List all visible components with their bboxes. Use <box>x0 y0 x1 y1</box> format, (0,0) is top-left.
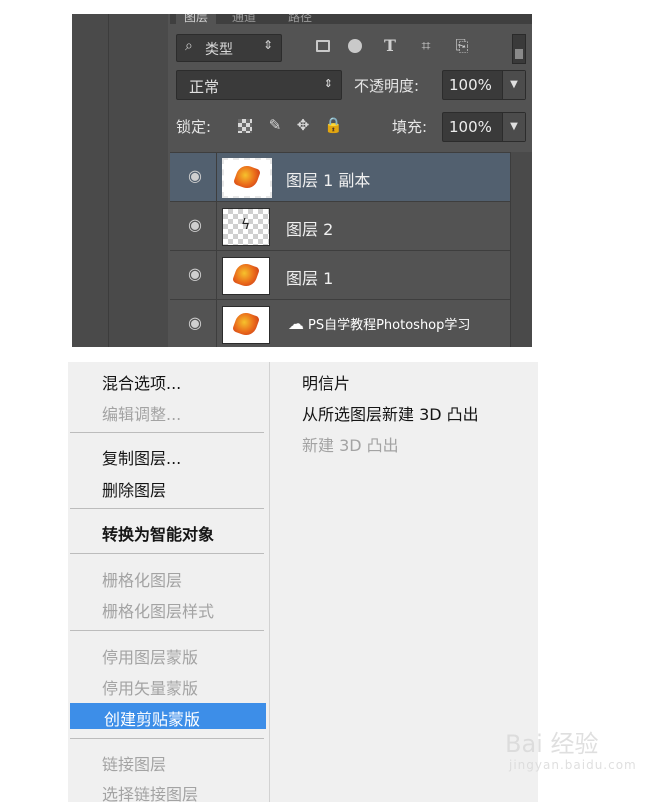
opacity-value: 100% <box>449 76 492 94</box>
layer-thumbnail <box>222 158 272 198</box>
fill-field[interactable]: 100% ▼ <box>442 112 526 142</box>
divider <box>216 202 217 250</box>
layer-thumbnail <box>222 306 270 344</box>
chevron-updown-icon: ⇕ <box>323 77 333 90</box>
lock-position-icon[interactable]: ✥ <box>294 116 312 134</box>
lock-row: 锁定: ✎ ✥ 🔒 填充: 100% ▼ <box>176 112 532 142</box>
filter-kind-label: 类型 <box>205 42 233 58</box>
opacity-field[interactable]: 100% ▼ <box>442 70 526 100</box>
smart-object-icon[interactable]: ⎘ <box>452 36 472 56</box>
layer-row[interactable]: ◉ ϟ 图层 2 <box>170 201 510 250</box>
menu-separator <box>70 630 264 631</box>
eye-icon[interactable]: ◉ <box>186 315 204 331</box>
lock-transparent-icon[interactable] <box>238 119 252 133</box>
fill-value: 100% <box>449 118 492 136</box>
blend-row: 正常 ⇕ 不透明度: 100% ▼ <box>176 70 532 100</box>
tab-channels[interactable]: 通道 <box>232 14 256 24</box>
layer-thumbnail <box>222 257 270 295</box>
brush-stroke-image: ϟ <box>241 217 251 233</box>
workspace-background <box>72 14 168 347</box>
divider <box>216 153 217 201</box>
tab-paths[interactable]: 路径 <box>288 14 312 24</box>
eye-icon[interactable]: ◉ <box>186 217 204 233</box>
menu-item-duplicate-layer[interactable]: 复制图层... <box>68 442 268 468</box>
menu-separator <box>70 508 264 509</box>
wechat-icon: ☁ <box>288 314 304 333</box>
menu-item-disable-layer-mask: 停用图层蒙版 <box>102 648 199 667</box>
menu-item-create-clipping-mask[interactable]: 创建剪贴蒙版 <box>70 703 266 729</box>
layer-row[interactable]: ◉ 图层 1 <box>170 250 510 299</box>
context-menu-right-column: 明信片 从所选图层新建 3D 凸出 新建 3D 凸出 <box>270 362 538 802</box>
chevron-updown-icon: ⇕ <box>262 38 273 52</box>
layer-filter-row: ⌕ 类型 ⇕ T ⌗ ⎘ <box>176 34 532 64</box>
blend-mode-dropdown[interactable]: 正常 ⇕ <box>176 70 342 100</box>
baidu-watermark: Bai 经验 jingyan.baidu.com <box>505 724 655 784</box>
menu-item-select-linked-layers: 选择链接图层 <box>102 785 199 802</box>
search-icon: ⌕ <box>185 38 193 54</box>
image-icon[interactable] <box>316 40 330 52</box>
baidu-watermark-text: Bai 经验 <box>505 730 599 758</box>
lock-label: 锁定: <box>176 118 212 136</box>
blend-mode-label: 正常 <box>189 78 220 96</box>
filter-kind-dropdown[interactable]: ⌕ 类型 ⇕ <box>176 34 282 62</box>
menu-item-delete-layer[interactable]: 删除图层 <box>68 474 268 500</box>
lock-all-icon[interactable]: 🔒 <box>324 116 343 134</box>
menu-item-edit-adjustment: 编辑调整... <box>102 405 182 424</box>
layer-name: 图层 1 <box>286 269 334 288</box>
tab-layers[interactable]: 图层 <box>176 14 217 24</box>
menu-item-link-layers: 链接图层 <box>102 755 167 774</box>
context-menu-screenshot: 混合选项... 编辑调整... 复制图层... 删除图层 转换为智能对象 栅格化… <box>68 362 538 802</box>
layer-name: 图层 1 副本 <box>286 171 371 190</box>
eye-icon[interactable]: ◉ <box>186 168 204 184</box>
layers-panel-screenshot: 图层 通道 路径 ⌕ 类型 ⇕ T ⌗ ⎘ 正常 ⇕ 不透明度: 100% ▼ … <box>72 14 532 347</box>
menu-item-postcard[interactable]: 明信片 <box>302 370 350 394</box>
watermark-label: PS自学教程Photoshop学习 <box>308 318 471 333</box>
menu-item-blending-options[interactable]: 混合选项... <box>68 367 268 393</box>
lock-paint-icon[interactable]: ✎ <box>266 116 284 134</box>
filter-toggle-switch[interactable] <box>512 34 526 64</box>
opacity-label: 不透明度: <box>354 77 420 95</box>
menu-item-rasterize-layer: 栅格化图层 <box>102 571 183 590</box>
chevron-down-icon[interactable]: ▼ <box>502 113 525 141</box>
watermark-text: ☁ PS自学教程Photoshop学习 <box>288 314 470 333</box>
layers-panel: 图层 通道 路径 ⌕ 类型 ⇕ T ⌗ ⎘ 正常 ⇕ 不透明度: 100% ▼ … <box>170 14 532 347</box>
panel-border <box>108 14 109 347</box>
divider <box>216 251 217 299</box>
menu-item-convert-smart-object[interactable]: 转换为智能对象 <box>68 518 268 544</box>
shape-icon[interactable]: ⌗ <box>416 36 436 56</box>
eye-icon[interactable]: ◉ <box>186 266 204 282</box>
fill-label: 填充: <box>392 118 428 136</box>
panel-tab-bar: 图层 通道 路径 <box>170 14 532 24</box>
maple-leaf-image <box>232 162 262 192</box>
adjustment-icon[interactable] <box>348 39 362 53</box>
layer-name: 图层 2 <box>286 220 334 239</box>
layer-thumbnail: ϟ <box>222 208 270 246</box>
chevron-down-icon[interactable]: ▼ <box>502 71 525 99</box>
menu-item-new-3d-extrusion-from-selected[interactable]: 从所选图层新建 3D 凸出 <box>302 401 479 425</box>
maple-leaf-image <box>231 309 261 339</box>
menu-separator <box>70 553 264 554</box>
menu-item-new-3d-extrusion: 新建 3D 凸出 <box>302 436 399 455</box>
menu-item-rasterize-layer-style: 栅格化图层样式 <box>102 602 215 621</box>
menu-separator <box>70 432 264 433</box>
maple-leaf-image <box>231 260 261 290</box>
layers-scrollbar[interactable] <box>510 152 532 347</box>
layer-row[interactable]: ◉ 图层 1 副本 <box>170 152 510 201</box>
layer-list: ◉ 图层 1 副本 ◉ ϟ 图层 2 ◉ 图层 1 ◉ ☁ PS自学教程Phot… <box>170 152 532 347</box>
menu-separator <box>70 738 264 739</box>
baidu-watermark-url: jingyan.baidu.com <box>509 758 637 772</box>
text-icon[interactable]: T <box>380 36 400 56</box>
layer-row[interactable]: ◉ ☁ PS自学教程Photoshop学习 <box>170 299 510 347</box>
menu-item-disable-vector-mask: 停用矢量蒙版 <box>102 679 199 698</box>
context-menu: 混合选项... 编辑调整... 复制图层... 删除图层 转换为智能对象 栅格化… <box>68 362 268 802</box>
divider <box>216 300 217 347</box>
